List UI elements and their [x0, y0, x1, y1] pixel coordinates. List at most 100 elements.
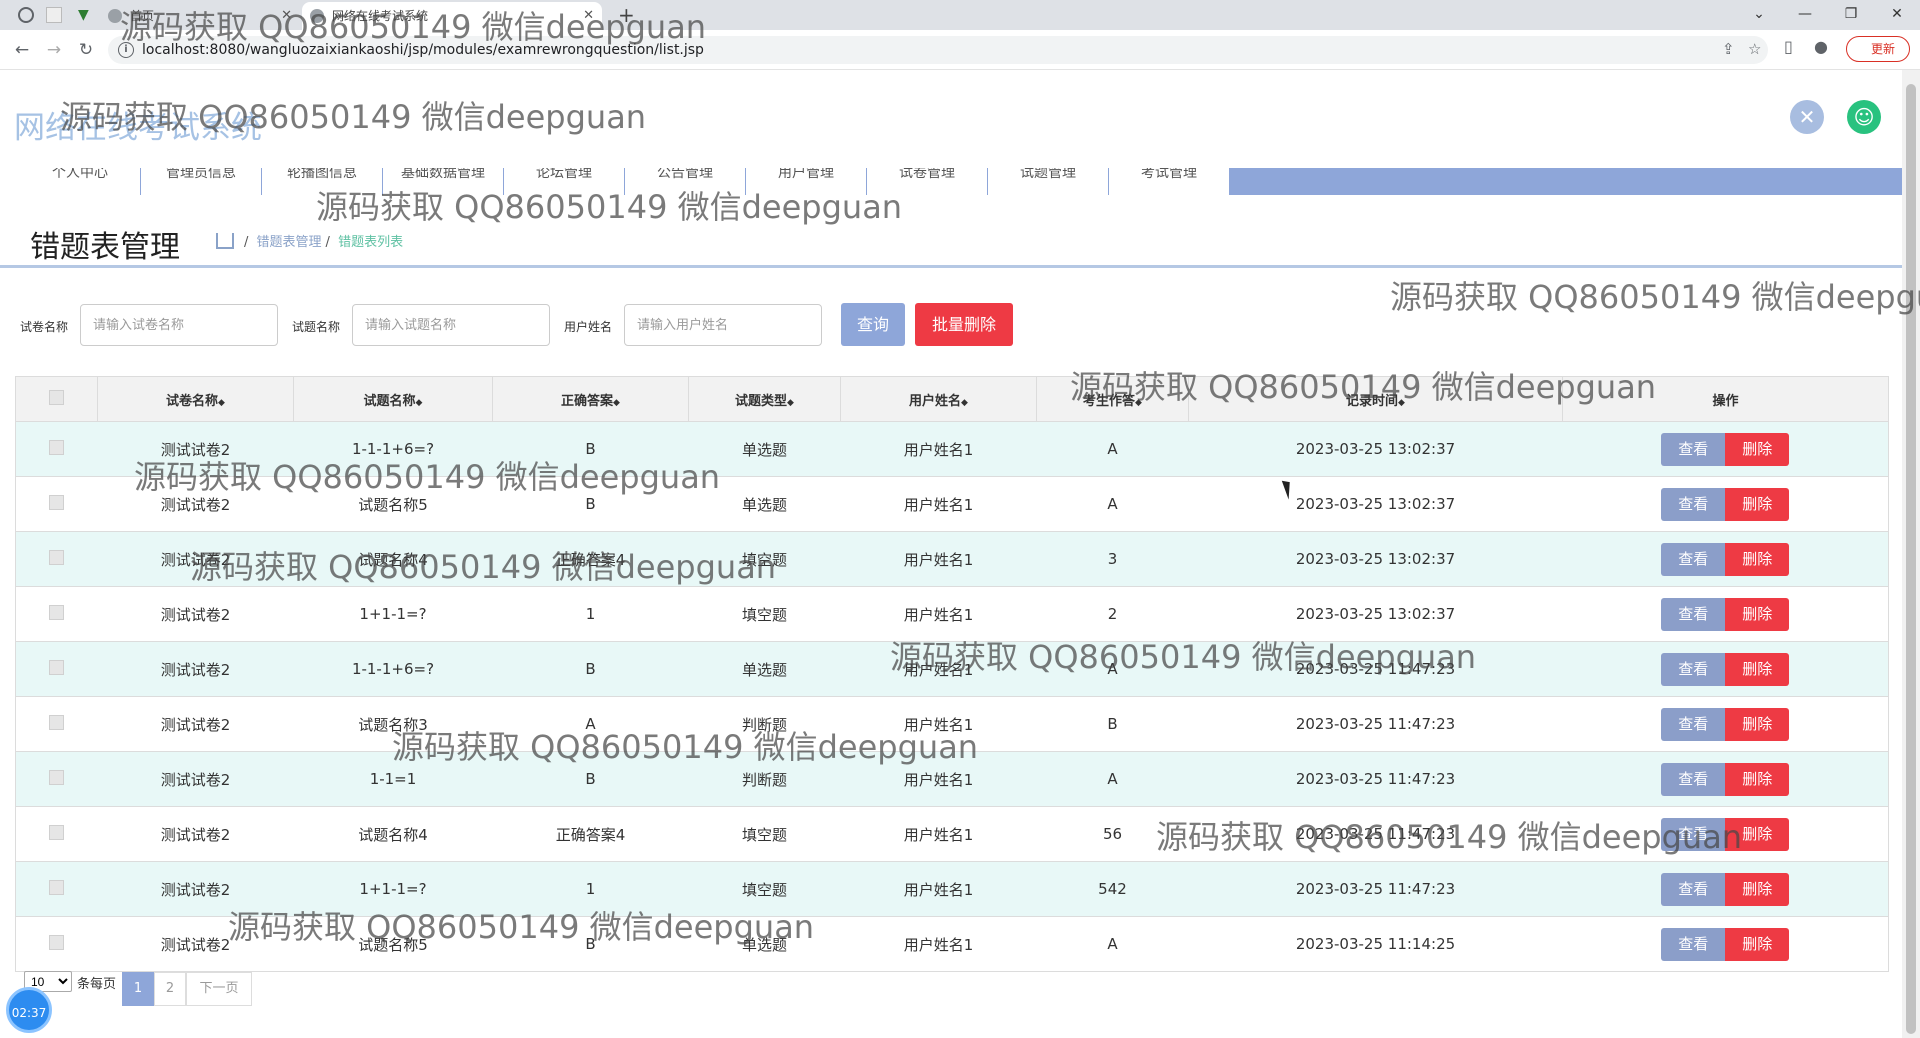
row-checkbox[interactable]	[49, 714, 65, 730]
view-button[interactable]: 查看	[1661, 652, 1726, 686]
nav-item-carousel[interactable]: 轮播图信息	[262, 168, 382, 195]
view-button[interactable]: 查看	[1661, 432, 1726, 466]
page-button-1[interactable]: 1	[122, 972, 154, 1006]
row-checkbox[interactable]	[49, 494, 65, 510]
question-name-input[interactable]	[352, 304, 550, 346]
tab-exam-system[interactable]: 网络在线考试系统 ✕	[302, 2, 602, 30]
column-header[interactable]: 试题类型◆	[688, 376, 841, 422]
delete-button[interactable]: 删除	[1725, 652, 1790, 686]
user-avatar-icon[interactable]: ☺	[1847, 100, 1881, 134]
row-select-cell[interactable]	[15, 696, 98, 752]
paper-name-input[interactable]	[80, 304, 278, 346]
row-checkbox[interactable]	[49, 934, 65, 950]
row-select-cell[interactable]	[15, 916, 98, 972]
chevron-down-icon[interactable]: ⌄	[1736, 0, 1782, 30]
sort-icon[interactable]: ◆	[218, 398, 225, 408]
sidebar-icon[interactable]: ▯	[1784, 37, 1793, 56]
query-button[interactable]: 查询	[841, 303, 905, 346]
nav-item-basic-data[interactable]: 基础数据管理	[383, 168, 503, 195]
bookmark-star-icon[interactable]: ☆	[1748, 40, 1761, 58]
column-header[interactable]: 正确答案◆	[492, 376, 689, 422]
sort-icon[interactable]: ◆	[416, 398, 423, 408]
sort-icon[interactable]: ◆	[613, 398, 620, 408]
new-tab-icon[interactable]: +	[618, 3, 635, 27]
nav-item-admin[interactable]: 管理员信息	[141, 168, 261, 195]
tab-home[interactable]: 首页 ✕	[100, 2, 300, 30]
view-button[interactable]: 查看	[1661, 872, 1726, 906]
view-button[interactable]: 查看	[1661, 927, 1726, 961]
row-checkbox[interactable]	[49, 659, 65, 675]
home-icon[interactable]	[216, 233, 234, 249]
column-header[interactable]: 用户姓名◆	[840, 376, 1037, 422]
share-icon[interactable]: ⇪	[1722, 40, 1735, 58]
delete-button[interactable]: 删除	[1725, 762, 1790, 796]
minimize-icon[interactable]: —	[1782, 0, 1828, 30]
page-button-2[interactable]: 2	[154, 972, 186, 1006]
delete-button[interactable]: 删除	[1725, 432, 1790, 466]
profile-icon[interactable]: ●	[1814, 37, 1828, 56]
vue-tab-icon[interactable]: ▼	[78, 7, 94, 23]
url-box[interactable]: i localhost:8080/wangluozaixiankaoshi/js…	[108, 36, 1768, 64]
nav-item-papers[interactable]: 试卷管理	[867, 168, 987, 195]
row-select-cell[interactable]	[15, 751, 98, 807]
row-select-cell[interactable]	[15, 641, 98, 697]
view-button[interactable]: 查看	[1661, 542, 1726, 576]
row-checkbox[interactable]	[49, 769, 65, 785]
row-select-cell[interactable]	[15, 476, 98, 532]
column-header[interactable]: 考生作答◆	[1036, 376, 1189, 422]
nav-item-notice[interactable]: 公告管理	[625, 168, 745, 195]
sort-icon[interactable]: ◆	[961, 398, 968, 408]
delete-button[interactable]: 删除	[1725, 817, 1790, 851]
select-all-cell[interactable]	[15, 376, 98, 422]
nav-item-users[interactable]: 用户管理	[746, 168, 866, 195]
column-header[interactable]: 试卷名称◆	[97, 376, 294, 422]
row-checkbox[interactable]	[49, 549, 65, 565]
view-button[interactable]: 查看	[1661, 762, 1726, 796]
url-text[interactable]: localhost:8080/wangluozaixiankaoshi/jsp/…	[142, 36, 704, 64]
row-checkbox[interactable]	[49, 439, 65, 455]
info-icon[interactable]: i	[118, 42, 134, 58]
delete-button[interactable]: 删除	[1725, 927, 1790, 961]
update-button[interactable]: 更新	[1846, 36, 1910, 62]
restore-icon[interactable]: ❐	[1828, 0, 1874, 30]
window-close-icon[interactable]: ✕	[1874, 0, 1920, 30]
column-header[interactable]: 记录时间◆	[1188, 376, 1563, 422]
row-select-cell[interactable]	[15, 531, 98, 587]
delete-button[interactable]: 删除	[1725, 707, 1790, 741]
view-button[interactable]: 查看	[1661, 597, 1726, 631]
view-button[interactable]: 查看	[1661, 487, 1726, 521]
row-select-cell[interactable]	[15, 861, 98, 917]
delete-button[interactable]: 删除	[1725, 487, 1790, 521]
row-select-cell[interactable]	[15, 806, 98, 862]
row-select-cell[interactable]	[15, 421, 98, 477]
row-checkbox[interactable]	[49, 604, 65, 620]
blank-tab-icon[interactable]	[46, 7, 62, 23]
row-select-cell[interactable]	[15, 586, 98, 642]
fullscreen-icon[interactable]: ✕	[1790, 100, 1824, 134]
forward-icon[interactable]: →	[42, 38, 66, 62]
sort-icon[interactable]: ◆	[1135, 398, 1142, 408]
delete-button[interactable]: 删除	[1725, 872, 1790, 906]
close-icon[interactable]: ✕	[281, 2, 292, 30]
breadcrumb-parent[interactable]: 错题表管理	[257, 235, 322, 250]
delete-button[interactable]: 删除	[1725, 597, 1790, 631]
view-button[interactable]: 查看	[1661, 817, 1726, 851]
row-checkbox[interactable]	[49, 824, 65, 840]
row-checkbox[interactable]	[49, 879, 65, 895]
user-name-input[interactable]	[624, 304, 822, 346]
sort-icon[interactable]: ◆	[1398, 398, 1405, 408]
nav-item-forum[interactable]: 论坛管理	[504, 168, 624, 195]
view-button[interactable]: 查看	[1661, 707, 1726, 741]
sort-icon[interactable]: ◆	[787, 398, 794, 408]
batch-delete-button[interactable]: 批量删除	[915, 303, 1013, 346]
nav-item-personal[interactable]: 个人中心	[20, 168, 140, 195]
close-icon[interactable]: ✕	[583, 2, 594, 30]
browser-profile-icon[interactable]	[18, 7, 34, 23]
back-icon[interactable]: ←	[10, 38, 34, 62]
delete-button[interactable]: 删除	[1725, 542, 1790, 576]
next-page-button[interactable]: 下一页	[186, 972, 252, 1006]
scrollbar-thumb[interactable]	[1906, 84, 1916, 1034]
select-all-checkbox[interactable]	[49, 389, 64, 405]
reload-icon[interactable]: ↻	[74, 38, 98, 62]
nav-item-exams[interactable]: 考试管理	[1109, 168, 1229, 195]
